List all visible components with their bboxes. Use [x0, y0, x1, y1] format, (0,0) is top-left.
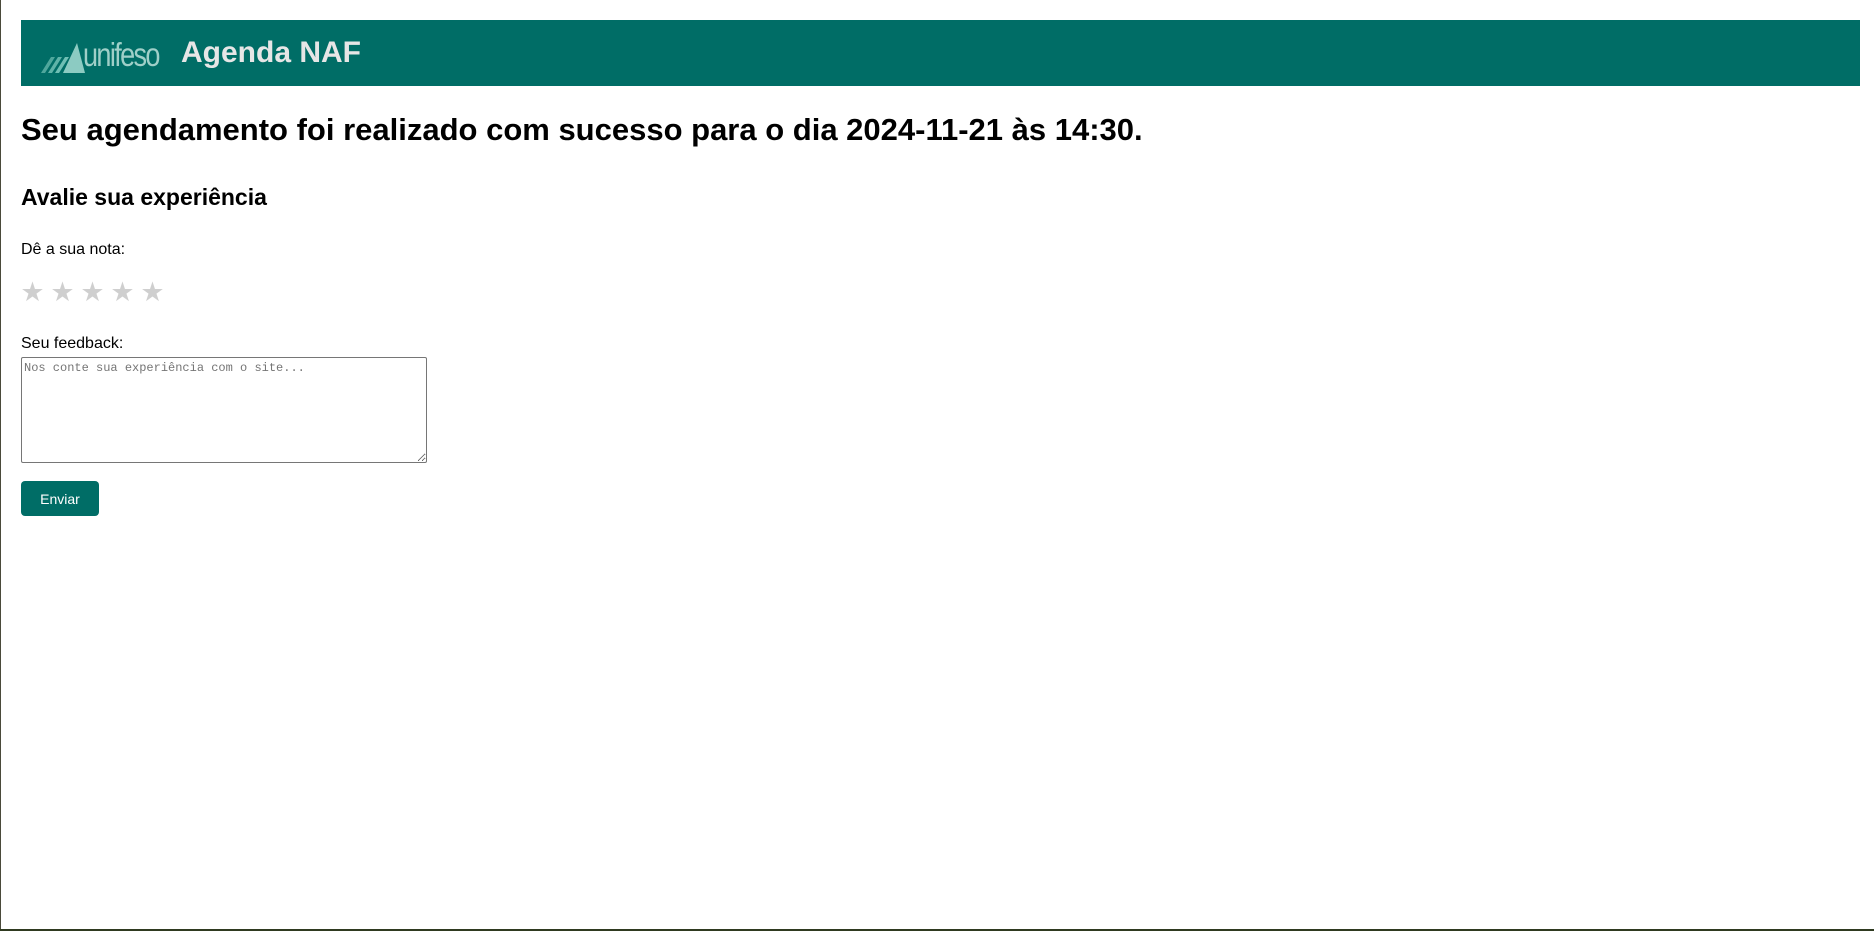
logo-mark-icon [41, 43, 85, 73]
star-icon-1[interactable]: ★ [20, 279, 45, 306]
star-icon-2[interactable]: ★ [50, 279, 75, 306]
feedback-textarea[interactable] [21, 357, 427, 463]
feedback-label: Seu feedback: [21, 335, 124, 352]
window-left-edge [0, 0, 1, 931]
star-icon-3[interactable]: ★ [80, 279, 105, 306]
star-rating: ★ ★ ★ ★ ★ [20, 279, 165, 306]
star-icon-5[interactable]: ★ [140, 279, 165, 306]
rating-label: Dê a sua nota: [21, 241, 126, 258]
app-header: unifeso Agenda NAF [21, 20, 1860, 86]
unifeso-logo: unifeso [41, 33, 173, 73]
app-title: Agenda NAF [181, 36, 361, 69]
submit-button[interactable]: Enviar [21, 481, 99, 516]
rating-heading: Avalie sua experiência [21, 184, 267, 210]
star-icon-4[interactable]: ★ [110, 279, 135, 306]
confirmation-message: Seu agendamento foi realizado com sucess… [21, 112, 1143, 147]
logo-wordmark: unifeso [83, 36, 160, 73]
